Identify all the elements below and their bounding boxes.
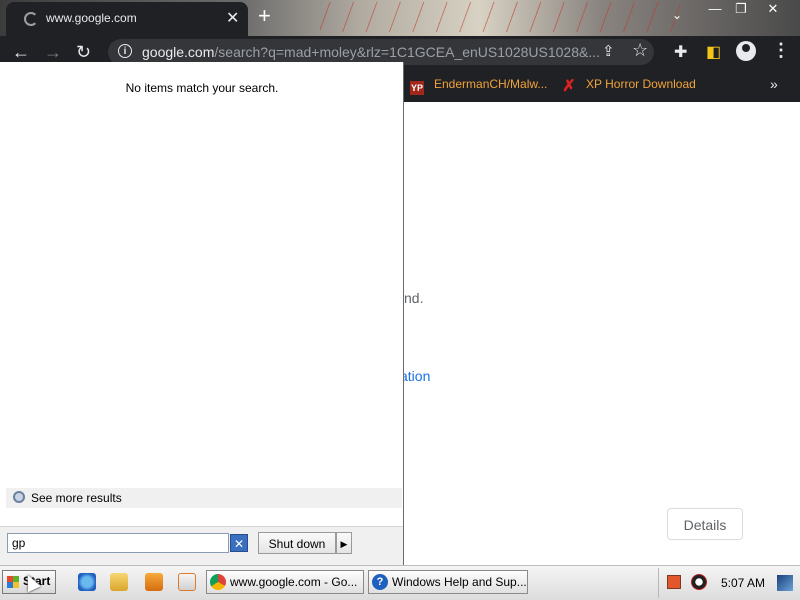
chrome-icon	[210, 574, 226, 590]
new-tab-button[interactable]: +	[258, 3, 271, 29]
tray-security-icon[interactable]	[691, 574, 707, 590]
shutdown-options-arrow-icon[interactable]: ▶	[336, 532, 352, 554]
clock[interactable]: 5:07 AM	[721, 576, 765, 590]
browser-tab-strip: www.google.com ✕ + ⌄ — ❐ ✕	[0, 0, 800, 36]
clear-search-icon[interactable]: ✕	[230, 534, 248, 552]
bookmark-endermanch[interactable]: YP EndermanCH/Malw...	[410, 77, 547, 95]
windows-logo-icon	[7, 576, 19, 588]
back-arrow-icon[interactable]: ←	[12, 41, 30, 63]
site-info-icon[interactable]: i	[118, 44, 132, 58]
folder-icon[interactable]	[110, 573, 128, 591]
start-menu: No items match your search. See more res…	[0, 62, 404, 565]
shutdown-button[interactable]: Shut down	[258, 532, 336, 554]
yp-icon: YP	[410, 81, 424, 95]
show-desktop-icon[interactable]	[777, 575, 793, 591]
bookmark-star-icon[interactable]: ☆	[632, 40, 648, 61]
more-bookmarks-chevron-icon[interactable]: »	[770, 76, 778, 92]
page-text-fragment: nd.	[404, 290, 424, 306]
media-player-icon[interactable]	[145, 573, 163, 591]
page-link-fragment[interactable]: ation	[400, 368, 430, 384]
share-icon[interactable]: ⇪	[602, 42, 615, 60]
help-icon: ?	[372, 574, 388, 590]
search-icon	[13, 491, 25, 503]
see-more-results[interactable]: See more results	[6, 488, 402, 508]
app-launcher-icon[interactable]	[178, 573, 196, 591]
start-search-row: ✕ Shut down ▶	[0, 526, 403, 565]
tab-close-icon[interactable]: ✕	[226, 8, 239, 28]
theme-background	[320, 2, 680, 32]
bookmark-xp-horror[interactable]: ✗ XP Horror Download	[562, 77, 696, 95]
details-button[interactable]: Details	[667, 508, 743, 540]
taskbar: Start www.google.com - Go... ? Windows H…	[0, 565, 800, 600]
tray-app-icon[interactable]	[667, 575, 681, 589]
start-search-box[interactable]	[7, 533, 229, 553]
no-results-message: No items match your search.	[125, 81, 279, 95]
reload-icon[interactable]: ↻	[76, 41, 91, 63]
restore-button[interactable]: ❐	[726, 0, 756, 20]
tab-title: www.google.com	[46, 11, 137, 25]
loading-icon	[24, 12, 38, 26]
internet-explorer-icon[interactable]	[78, 573, 96, 591]
menu-dots-icon[interactable]: ⋮	[772, 40, 790, 61]
side-panel-icon[interactable]: ◧	[706, 42, 721, 62]
browser-tab[interactable]: www.google.com ✕	[6, 2, 248, 36]
forward-arrow-icon[interactable]: →	[44, 41, 62, 63]
x-icon: ✗	[562, 78, 576, 95]
start-search-input[interactable]	[8, 534, 216, 552]
extensions-puzzle-icon[interactable]: ✚	[674, 42, 687, 62]
url-text: google.com/search?q=mad+moley&rlz=1C1GCE…	[142, 44, 600, 60]
taskbar-item-chrome[interactable]: www.google.com - Go...	[206, 570, 364, 594]
see-more-label: See more results	[31, 491, 122, 505]
close-window-button[interactable]: ✕	[758, 0, 788, 20]
taskbar-item-help[interactable]: ? Windows Help and Sup...	[368, 570, 528, 594]
tab-search-chevron-icon[interactable]: ⌄	[672, 8, 682, 22]
profile-avatar-icon[interactable]	[736, 41, 756, 61]
system-tray: 5:07 AM	[658, 568, 799, 598]
